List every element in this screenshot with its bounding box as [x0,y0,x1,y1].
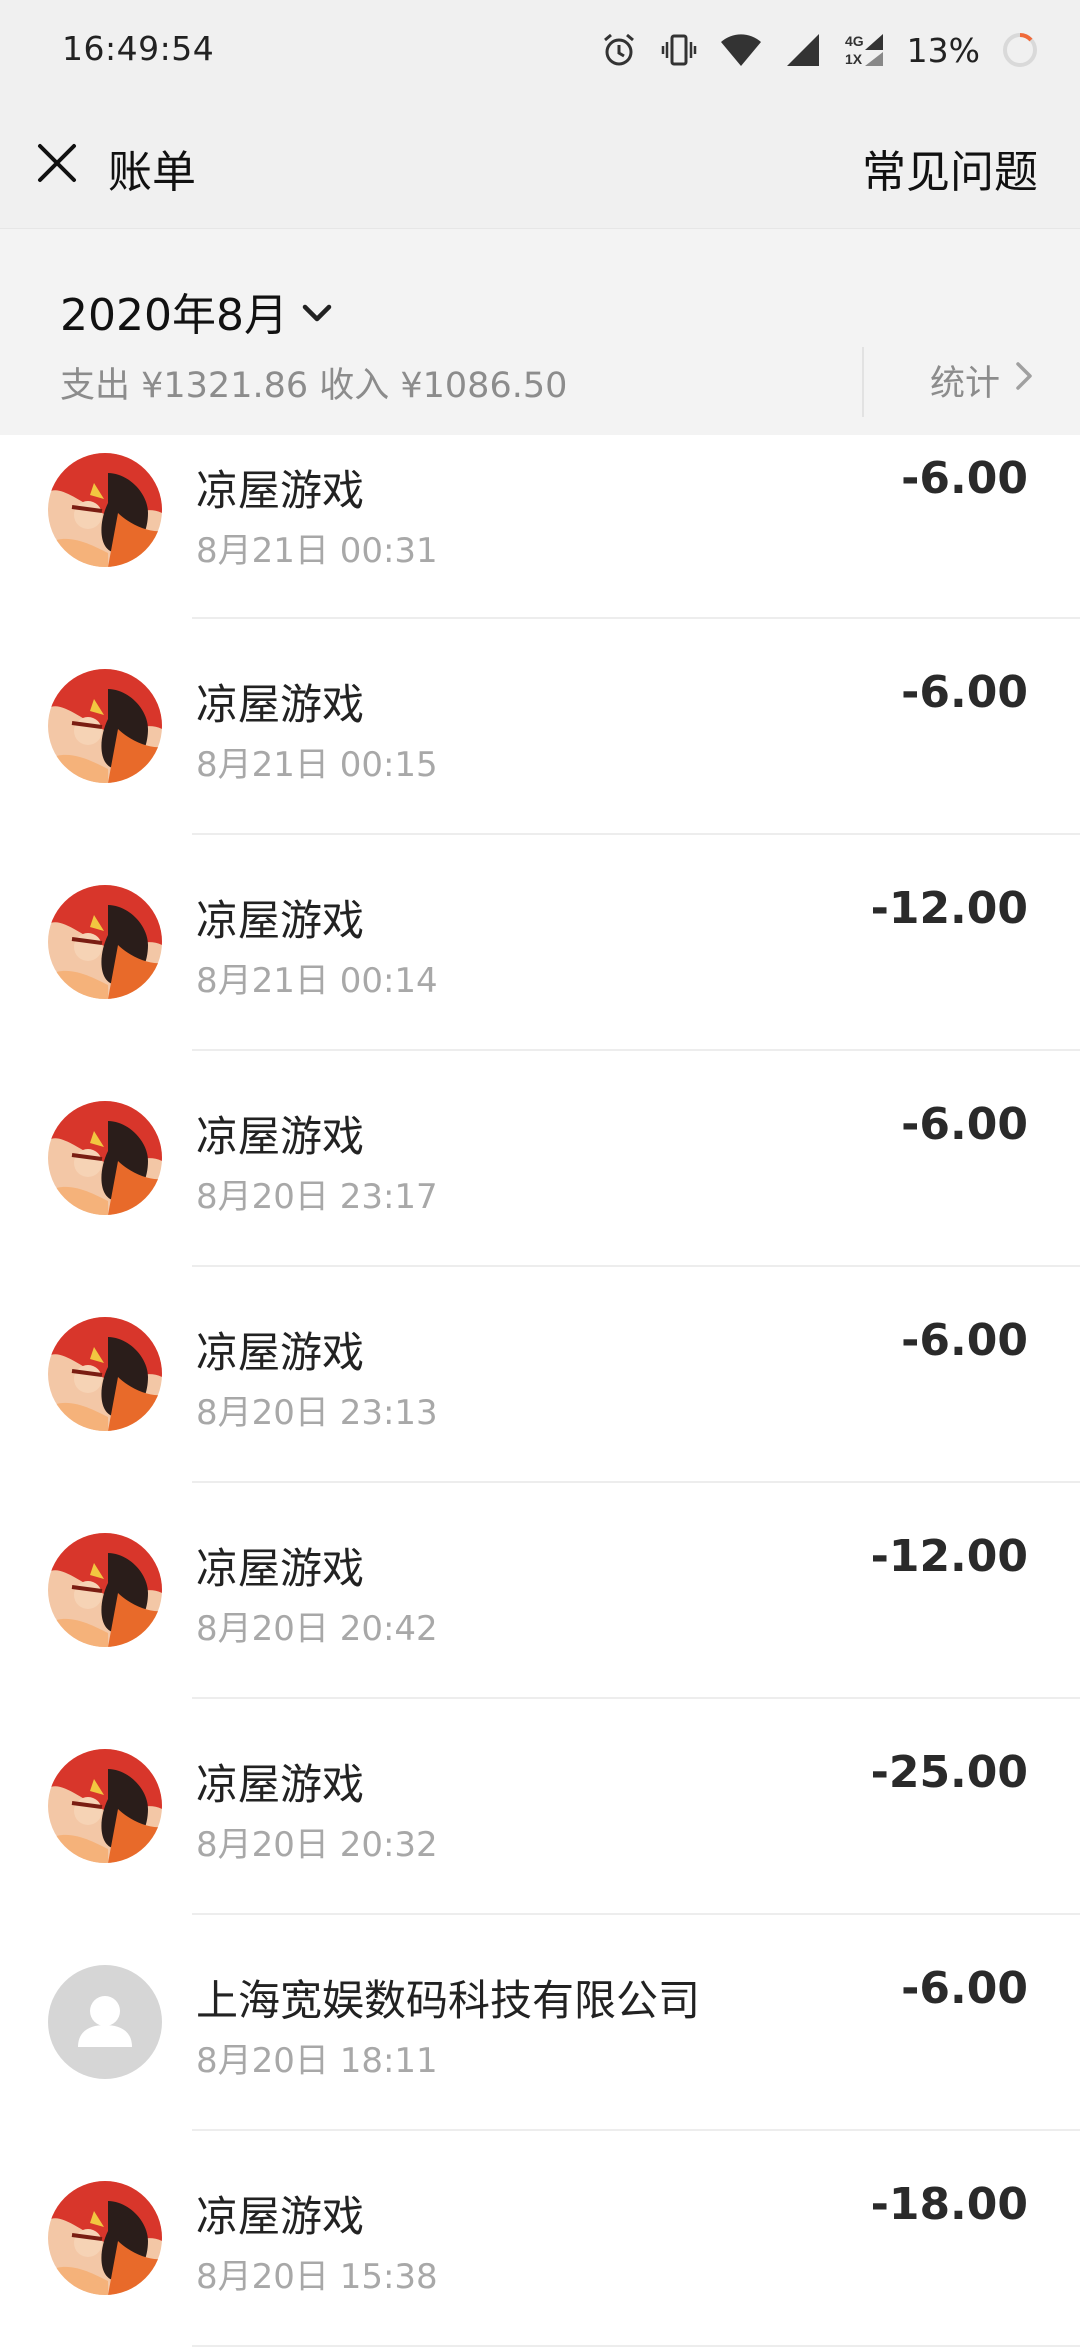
transaction-amount: -6.00 [901,1099,1028,1150]
transaction-row[interactable]: 凉屋游戏 8月21日 00:15 -6.00 [0,619,1080,835]
svg-text:4G: 4G [845,33,864,49]
merchant-name: 凉屋游戏 [196,1112,365,1161]
month-summary: 2020年8月 支出 ¥1321.86 收入 ¥1086.50 统计 [0,228,1080,435]
default-user-avatar-icon [48,1965,162,2079]
game-avatar-icon [48,885,162,999]
transaction-list: 凉屋游戏 8月21日 00:31 -6.00 凉屋游戏 8月21日 00:15 -6.0… [0,435,1080,2347]
faq-link[interactable]: 常见问题 [862,136,1038,200]
transaction-amount: -25.00 [870,1747,1028,1798]
nav-bar: 账单 常见问题 [0,98,1080,228]
signal-icon [783,30,823,70]
transaction-amount: -6.00 [901,1315,1028,1366]
merchant-name: 凉屋游戏 [196,1328,365,1377]
game-avatar-icon [48,1533,162,1647]
wifi-icon [719,30,763,70]
transaction-date: 8月21日 00:14 [196,961,438,1001]
game-avatar-icon [48,1749,162,1863]
merchant-name: 凉屋游戏 [196,2192,365,2241]
transaction-amount: -6.00 [901,1963,1028,2014]
chevron-down-icon [300,286,334,337]
status-time: 16:49:54 [62,29,215,68]
transaction-date: 8月20日 18:11 [196,2041,438,2081]
transaction-row[interactable]: 上海宽娱数码科技有限公司 8月20日 18:11 -6.00 [0,1915,1080,2131]
battery-icon [1000,30,1040,70]
transaction-row[interactable]: 凉屋游戏 8月21日 00:31 -6.00 [0,435,1080,619]
status-bar: 16:49:54 4G 1X 13% [0,0,1080,98]
transaction-row[interactable]: 凉屋游戏 8月21日 00:14 -12.00 [0,835,1080,1051]
merchant-name: 凉屋游戏 [196,896,365,945]
merchant-name: 凉屋游戏 [196,1544,365,1593]
vibrate-icon [659,30,699,70]
stats-button[interactable]: 统计 [930,355,1034,406]
merchant-name: 上海宽娱数码科技有限公司 [196,1976,701,2025]
transaction-date: 8月20日 20:42 [196,1609,438,1649]
game-avatar-icon [48,2181,162,2295]
network-type-icon: 4G 1X [843,30,887,70]
transaction-row[interactable]: 凉屋游戏 8月20日 23:17 -6.00 [0,1051,1080,1267]
game-avatar-icon [48,669,162,783]
merchant-name: 凉屋游戏 [196,466,365,515]
transaction-date: 8月20日 23:17 [196,1177,438,1217]
battery-percent: 13% [906,30,980,70]
game-avatar-icon [48,1317,162,1431]
page-title: 账单 [108,147,196,198]
alarm-icon [599,30,639,70]
transaction-date: 8月20日 20:32 [196,1825,438,1865]
status-icons: 4G 1X 13% [599,22,1040,78]
top-area: 16:49:54 4G 1X 13% 账单 常见问题 [0,0,1080,228]
transaction-date: 8月21日 00:31 [196,531,438,571]
transaction-date: 8月21日 00:15 [196,745,438,785]
close-icon[interactable] [32,138,82,188]
transaction-amount: -6.00 [901,667,1028,718]
transaction-row[interactable]: 凉屋游戏 8月20日 20:42 -12.00 [0,1483,1080,1699]
transaction-row[interactable]: 凉屋游戏 8月20日 20:32 -25.00 [0,1699,1080,1915]
summary-divider [862,347,864,417]
transaction-row[interactable]: 凉屋游戏 8月20日 23:13 -6.00 [0,1267,1080,1483]
month-selector[interactable]: 2020年8月 [60,279,334,343]
game-avatar-icon [48,453,162,567]
transaction-date: 8月20日 23:13 [196,1393,438,1433]
month-totals: 支出 ¥1321.86 收入 ¥1086.50 [60,366,568,406]
chevron-right-icon [1014,360,1034,401]
transaction-amount: -6.00 [901,453,1028,504]
merchant-name: 凉屋游戏 [196,680,365,729]
merchant-name: 凉屋游戏 [196,1760,365,1809]
transaction-date: 8月20日 15:38 [196,2257,438,2297]
game-avatar-icon [48,1101,162,1215]
stats-label: 统计 [929,364,1000,404]
month-label: 2020年8月 [60,290,288,341]
transaction-amount: -12.00 [870,1531,1028,1582]
transaction-row[interactable]: 凉屋游戏 8月20日 15:38 -18.00 [0,2131,1080,2347]
transaction-amount: -18.00 [870,2179,1028,2230]
svg-text:1X: 1X [845,51,863,67]
transaction-amount: -12.00 [870,883,1028,934]
